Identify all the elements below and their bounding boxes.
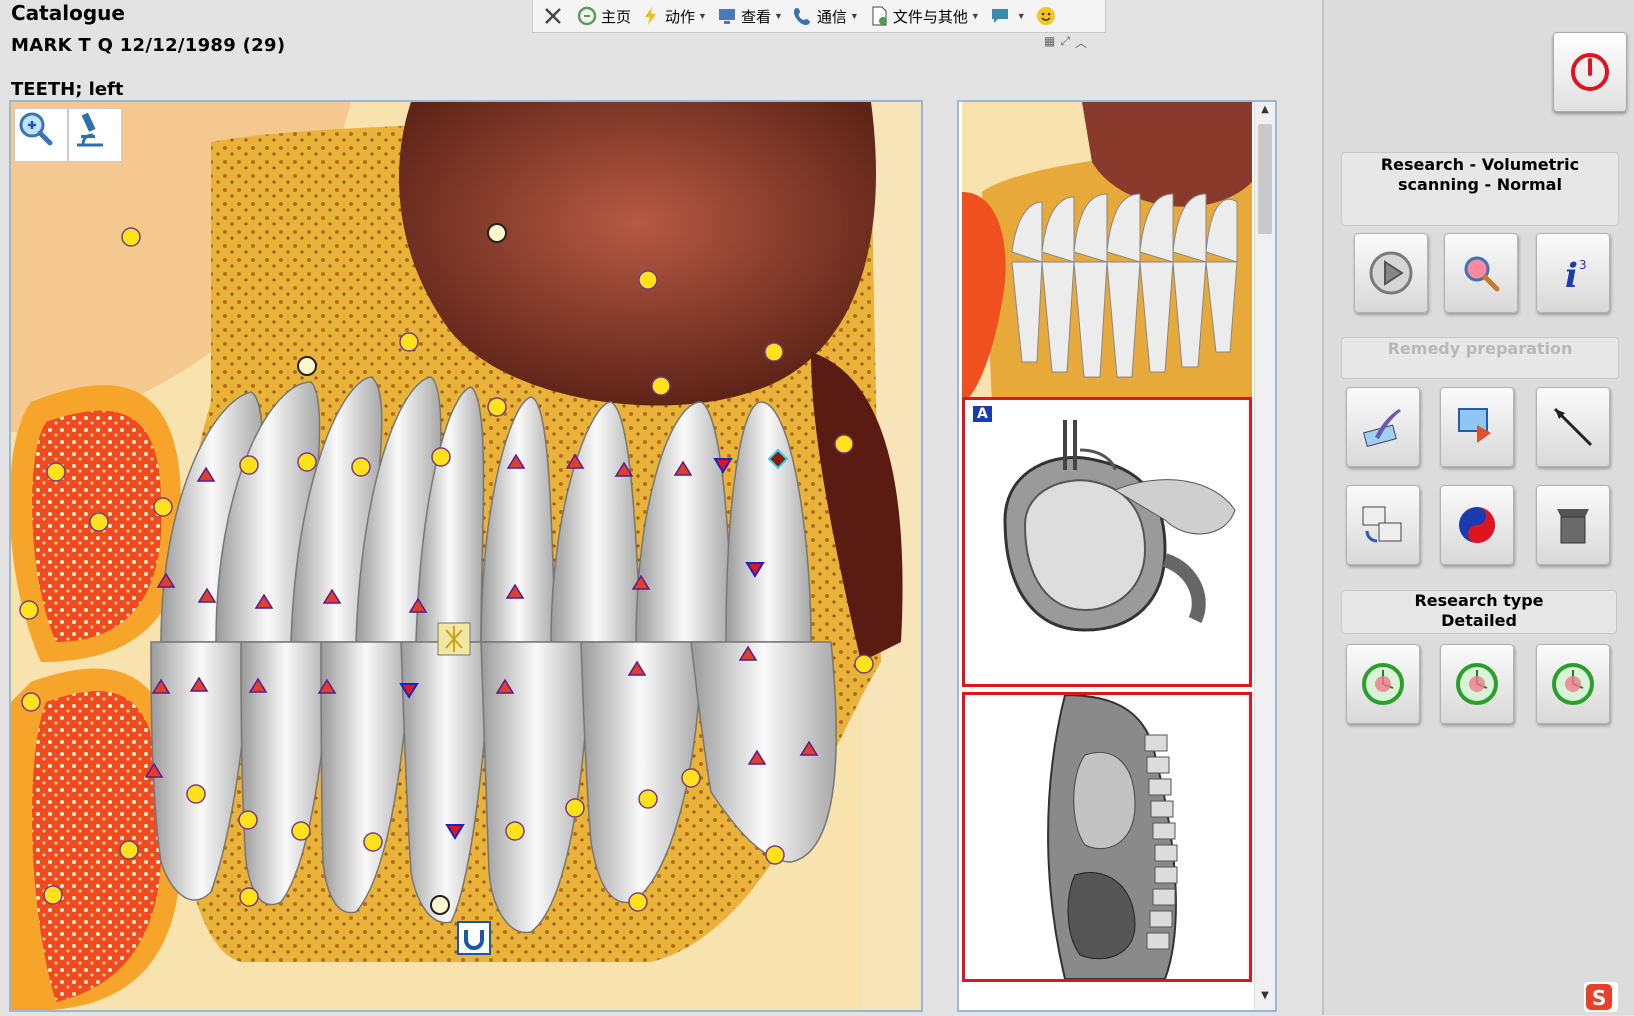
quill-icon [1363, 409, 1401, 447]
close-icon [545, 8, 561, 24]
document-icon [872, 6, 887, 26]
monitor-icon [718, 9, 735, 24]
chevron-up-icon[interactable]: ︿ [1075, 34, 1087, 50]
yin-yang-icon [1459, 507, 1495, 543]
svg-text:3: 3 [1579, 258, 1587, 272]
close-button[interactable] [543, 6, 567, 26]
phone-icon [793, 8, 810, 25]
zoom-button[interactable] [14, 108, 68, 162]
teeth-thumbnail[interactable] [962, 102, 1252, 402]
info-icon: i 3 [1565, 256, 1587, 296]
sogou-ime-icon[interactable]: S [1584, 982, 1618, 1012]
zoom-icon [19, 112, 53, 146]
spine-section-image [965, 695, 1249, 979]
research-detail-button-3[interactable] [1536, 644, 1610, 724]
toolbar-view[interactable]: 查看 ▼ [717, 6, 783, 27]
yin-yang-button[interactable] [1440, 485, 1514, 565]
needle-icon [1553, 407, 1593, 447]
info-button[interactable]: i 3 [1536, 233, 1610, 313]
magnifier-icon [1464, 256, 1500, 292]
svg-text:i: i [1565, 256, 1578, 296]
smiley-icon [1036, 7, 1055, 25]
container-button[interactable] [1536, 485, 1610, 565]
chevron-down-icon: ▼ [970, 11, 980, 21]
microscope-icon [77, 112, 103, 147]
app-title: Catalogue [11, 1, 125, 25]
main-image-view[interactable] [9, 100, 923, 1012]
toolbar-chat[interactable]: ▼ [990, 6, 1026, 26]
play-button[interactable] [1354, 233, 1428, 313]
chevron-down-icon: ▼ [773, 11, 783, 21]
research-detail-button-2[interactable] [1440, 644, 1514, 724]
thumbnail-scrollbar[interactable]: ▲ ▼ [1254, 102, 1275, 1010]
teeth-illustration [11, 102, 921, 1010]
clock-organ-icon [1552, 663, 1594, 705]
toolbar-view-label: 查看 [740, 8, 771, 26]
toolbar-actions-label: 动作 [665, 8, 696, 26]
intestine-image [965, 400, 1249, 684]
organ-label: TEETH; left [11, 79, 124, 100]
teeth-thumbnail-image [962, 102, 1252, 402]
scan-search-button[interactable] [1444, 233, 1518, 313]
svg-text:S: S [1592, 986, 1606, 1010]
toolbar-comms-label: 通信 [816, 8, 847, 26]
research-mode-label: Research - Volumetric scanning - Normal [1341, 152, 1619, 226]
quill-button[interactable] [1346, 387, 1420, 467]
expand-icon[interactable]: ⤢ [1060, 34, 1070, 50]
container-icon [1557, 509, 1589, 544]
top-toolbar: 主页 动作 ▼ 查看 ▼ 通信 ▼ 文件与其他 ▼ ▼ [532, 0, 1106, 33]
right-panel: Research - Volumetric scanning - Normal … [1322, 0, 1634, 1015]
toolbar-home-label: 主页 [601, 8, 632, 26]
chevron-down-icon: ▼ [698, 11, 707, 21]
chevron-down-icon: ▼ [1016, 11, 1026, 21]
lightning-icon [645, 7, 657, 25]
research-detail-button-1[interactable] [1346, 644, 1420, 724]
spine-section-thumbnail[interactable] [962, 692, 1252, 982]
microscope-button[interactable] [68, 108, 122, 162]
remedy-preparation-label: Remedy preparation [1341, 337, 1619, 379]
chat-icon [991, 9, 1008, 23]
scroll-thumb[interactable] [1258, 124, 1272, 234]
intestine-thumbnail[interactable]: A [962, 397, 1252, 687]
home-icon [577, 6, 597, 26]
thumbnail-list[interactable]: A ▲ ▼ [957, 100, 1277, 1012]
scroll-up-arrow[interactable]: ▲ [1255, 104, 1275, 122]
scroll-down-arrow[interactable]: ▼ [1255, 990, 1275, 1008]
clock-organ-icon [1456, 663, 1498, 705]
clock-organ-icon [1362, 663, 1404, 705]
transfer-button[interactable] [1440, 387, 1514, 467]
toolbar-actions[interactable]: 动作 ▼ [641, 6, 707, 27]
grid-icon[interactable]: ▦ [1044, 34, 1055, 50]
toolbar-files[interactable]: 文件与其他 ▼ [869, 6, 980, 27]
patient-info: MARK T Q 12/12/1989 (29) [11, 35, 286, 56]
sogou-logo: S [1586, 984, 1612, 1010]
image-swap-button[interactable] [1346, 485, 1420, 565]
toolbar-comms[interactable]: 通信 ▼ [793, 6, 859, 27]
power-icon [1571, 53, 1609, 91]
chevron-down-icon: ▼ [849, 11, 859, 21]
toolbar-home[interactable]: 主页 [577, 6, 631, 27]
toolbar-smiley[interactable] [1036, 6, 1060, 26]
play-icon [1369, 251, 1413, 295]
research-type-label: Research type Detailed [1341, 590, 1617, 634]
transfer-icon [1458, 408, 1491, 443]
needle-button[interactable] [1536, 387, 1610, 467]
toolbar-window-controls: ▦ ⤢ ︿ [1044, 34, 1094, 50]
image-swap-icon [1362, 506, 1402, 543]
toolbar-files-label: 文件与其他 [892, 8, 968, 26]
power-button[interactable] [1553, 32, 1627, 112]
thumbnail-badge: A [973, 406, 992, 422]
